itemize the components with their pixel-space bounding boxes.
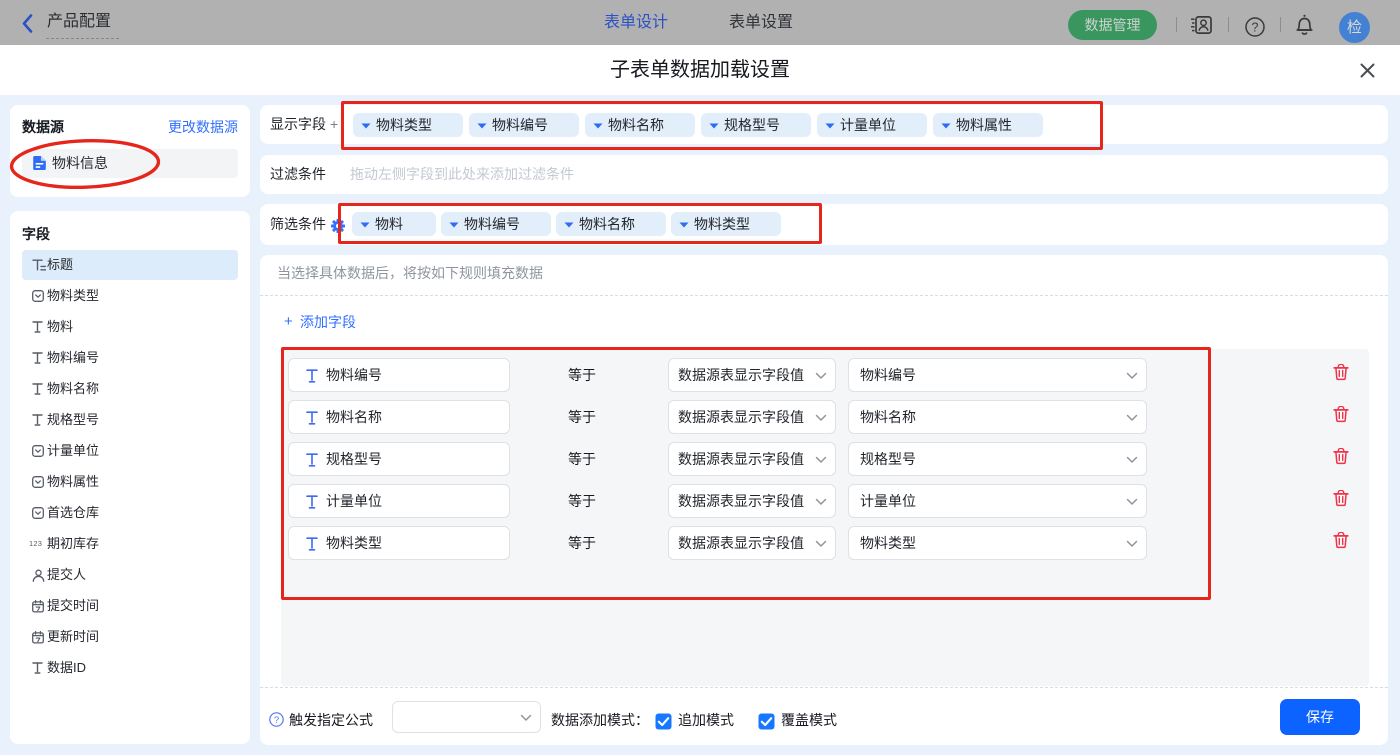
svg-text:?: ? [274, 715, 279, 726]
svg-text:?: ? [1252, 21, 1259, 35]
